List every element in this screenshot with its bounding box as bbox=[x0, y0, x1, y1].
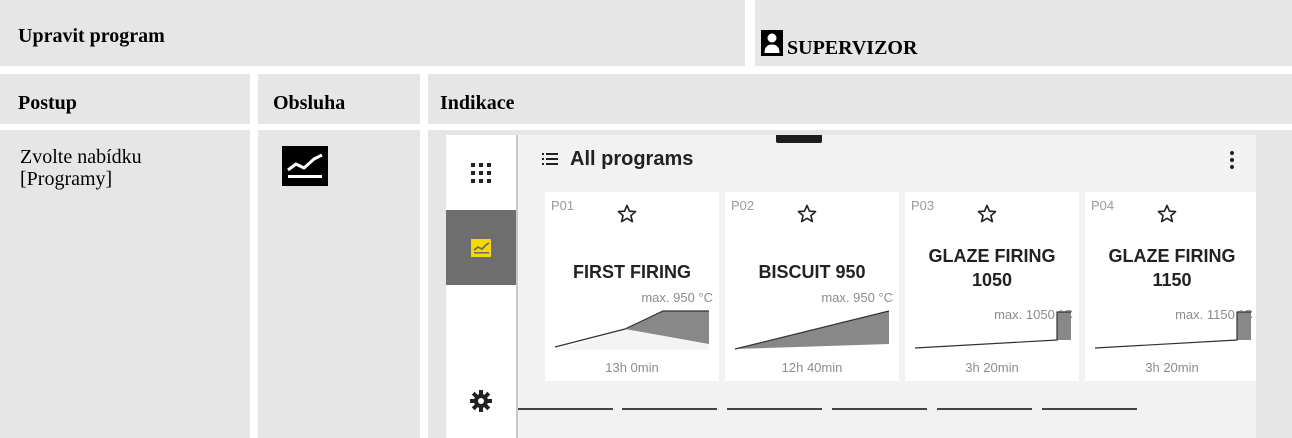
program-name: GLAZE FIRING 1150 bbox=[1085, 244, 1256, 292]
step-description: Zvolte nabídku [Programy] bbox=[0, 130, 250, 438]
page-dash bbox=[832, 408, 927, 410]
program-duration: 3h 20min bbox=[965, 360, 1019, 375]
side-rail bbox=[446, 135, 518, 438]
screen-header: All programs bbox=[518, 135, 1256, 183]
column-postup: Postup bbox=[0, 74, 250, 124]
star-icon[interactable] bbox=[1157, 204, 1177, 224]
program-curve-icon bbox=[282, 146, 328, 186]
program-name: FIRST FIRING bbox=[545, 260, 719, 284]
rail-settings-button[interactable] bbox=[446, 363, 516, 438]
user-icon bbox=[761, 30, 783, 56]
program-card[interactable]: P02 BISCUIT 950 max. 950 °C 12h 40min bbox=[725, 192, 899, 381]
page-dash bbox=[1042, 408, 1137, 410]
controller-screen: All programs P01 FIRST FIRING max. 950 °… bbox=[446, 135, 1256, 438]
firing-curve bbox=[914, 311, 1071, 349]
page-title-text: Upravit program bbox=[18, 25, 165, 47]
page-dash bbox=[937, 408, 1032, 410]
apps-grid-icon bbox=[471, 162, 491, 183]
rail-apps-button[interactable] bbox=[446, 135, 516, 210]
program-duration: 12h 40min bbox=[781, 360, 843, 375]
page-dash bbox=[727, 408, 822, 410]
program-card[interactable]: P04 GLAZE FIRING 1150 max. 1150 °C 3h 20… bbox=[1085, 192, 1256, 381]
column-postup-label: Postup bbox=[18, 92, 77, 114]
page-indicator bbox=[518, 405, 1256, 415]
program-card[interactable]: P01 FIRST FIRING max. 950 °C 13h 0min bbox=[545, 192, 719, 381]
program-name: BISCUIT 950 bbox=[725, 260, 899, 284]
program-duration: 13h 0min bbox=[605, 360, 659, 375]
gear-icon bbox=[470, 389, 492, 412]
user-role: SUPERVIZOR bbox=[755, 0, 1292, 66]
user-role-label: SUPERVIZOR bbox=[787, 37, 918, 59]
page-dash bbox=[518, 408, 613, 410]
indication-cell: All programs P01 FIRST FIRING max. 950 °… bbox=[428, 130, 1292, 438]
program-name-line-1: FIRST FIRING bbox=[573, 262, 691, 282]
star-icon[interactable] bbox=[797, 204, 817, 224]
star-icon[interactable] bbox=[977, 204, 997, 224]
column-obsluha: Obsluha bbox=[258, 74, 420, 124]
firing-curve bbox=[554, 310, 709, 350]
operation-cell bbox=[258, 130, 420, 438]
page-title: Upravit program bbox=[0, 0, 745, 66]
rail-programs-button[interactable] bbox=[446, 210, 516, 285]
screen-title: All programs bbox=[570, 148, 694, 170]
program-name: GLAZE FIRING 1050 bbox=[905, 244, 1079, 292]
program-id: P03 bbox=[911, 198, 935, 213]
column-indikace-label: Indikace bbox=[440, 92, 515, 114]
program-duration: 3h 20min bbox=[1145, 360, 1199, 375]
more-vertical-icon[interactable] bbox=[1230, 151, 1234, 169]
list-icon bbox=[542, 153, 558, 165]
program-id: P04 bbox=[1091, 198, 1115, 213]
page-dash bbox=[622, 408, 717, 410]
program-name-line-1: GLAZE FIRING bbox=[928, 246, 1056, 266]
column-indikace: Indikace bbox=[428, 74, 1292, 124]
firing-curve bbox=[734, 310, 890, 350]
step-line-2: [Programy] bbox=[20, 168, 113, 190]
column-obsluha-label: Obsluha bbox=[273, 92, 346, 114]
firing-curve bbox=[1094, 311, 1251, 349]
program-name-line-2: 1150 bbox=[1152, 270, 1192, 290]
program-name-line-1: BISCUIT 950 bbox=[758, 262, 866, 282]
program-curve-icon bbox=[471, 238, 491, 257]
program-card[interactable]: P03 GLAZE FIRING 1050 max. 1050 °C 3h 20… bbox=[905, 192, 1079, 381]
program-name-line-2: 1050 bbox=[971, 270, 1013, 290]
step-line-1: Zvolte nabídku bbox=[20, 146, 142, 168]
program-id: P02 bbox=[731, 198, 755, 213]
star-icon[interactable] bbox=[617, 204, 637, 224]
program-id: P01 bbox=[551, 198, 575, 213]
program-name-line-1: GLAZE FIRING bbox=[1108, 246, 1236, 266]
